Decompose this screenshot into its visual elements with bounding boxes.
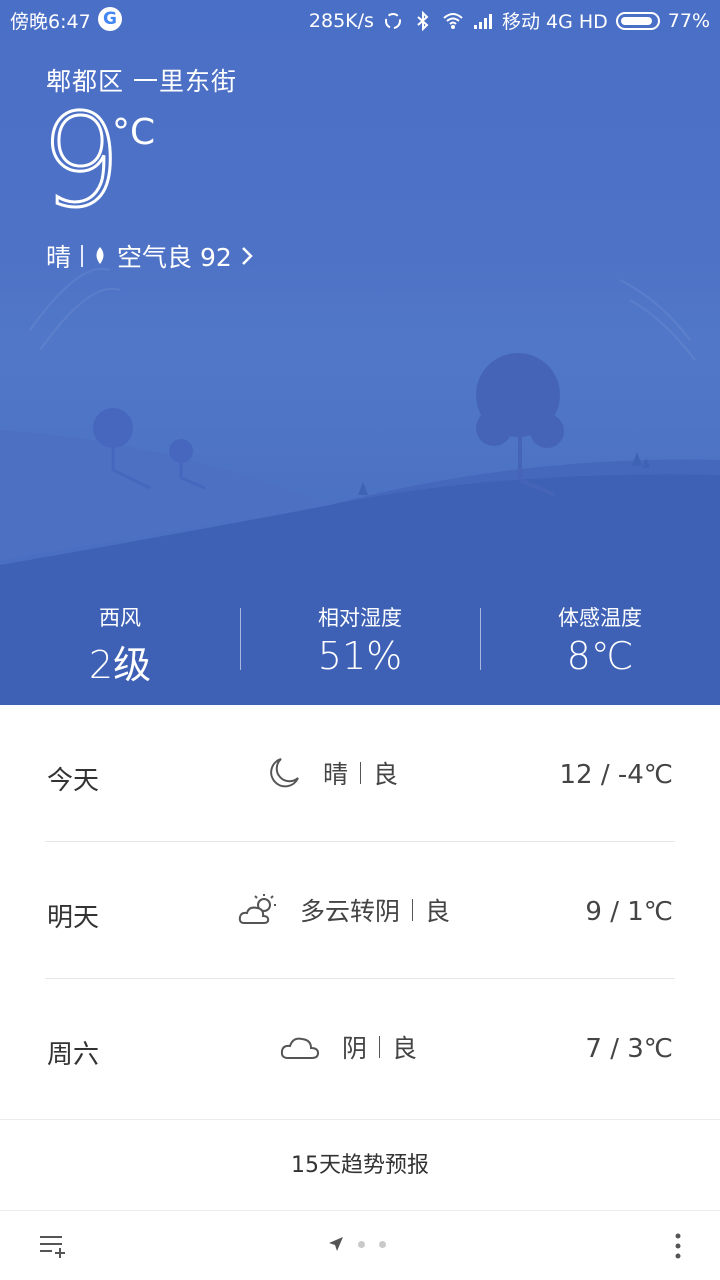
more-options-icon[interactable] xyxy=(670,1230,686,1262)
forecast-day: 今天 xyxy=(47,766,100,796)
battery-percent: 77% xyxy=(667,9,710,32)
stat-feels-like: 体感温度 8℃ xyxy=(480,598,720,678)
location-arrow-icon xyxy=(329,1237,343,1251)
forecast-condition-text: 多云转阴 xyxy=(300,897,401,926)
forecast-temp: 9 / 1℃ xyxy=(585,897,673,927)
stat-label: 相对湿度 xyxy=(318,606,402,630)
wifi-icon xyxy=(443,12,463,29)
city-manage-icon[interactable] xyxy=(38,1232,68,1260)
net-speed: 285K/s xyxy=(308,9,374,32)
forecast-air: 良 xyxy=(392,1034,418,1063)
forecast-condition-text: 阴 xyxy=(342,1034,368,1063)
forecast-row-today[interactable]: 今天 晴 良 12 / -4℃ xyxy=(45,705,675,842)
forecast-list: 今天 晴 良 12 / -4℃ 明天 多云转阴 良 9 / 1℃ 周六 阴 良 … xyxy=(45,705,675,1116)
divider xyxy=(412,899,414,921)
forecast-condition: 多云转阴 良 xyxy=(238,892,450,928)
chevron-right-icon xyxy=(241,247,253,265)
temperature-unit: °C xyxy=(112,112,156,153)
forecast-row-saturday[interactable]: 周六 阴 良 7 / 3℃ xyxy=(45,979,675,1116)
moon-icon xyxy=(270,758,299,788)
trend-forecast-button[interactable]: 15天趋势预报 xyxy=(0,1119,720,1211)
google-icon: G xyxy=(98,7,122,31)
current-stats: 西风 2级 相对湿度 51% 体感温度 8℃ xyxy=(0,598,720,687)
signal-icon xyxy=(473,13,492,29)
divider xyxy=(81,245,84,267)
forecast-condition: 阴 良 xyxy=(280,1029,417,1065)
cloud-icon xyxy=(280,1037,320,1059)
forecast-row-tomorrow[interactable]: 明天 多云转阴 良 9 / 1℃ xyxy=(45,842,675,979)
forecast-temp: 7 / 3℃ xyxy=(585,1034,673,1064)
forecast-day: 明天 xyxy=(47,903,100,933)
forecast-temp: 12 / -4℃ xyxy=(559,760,674,790)
status-right: 285K/s 移动 4G HD 77% xyxy=(309,7,710,34)
stat-label: 体感温度 xyxy=(558,606,642,630)
stat-label: 西风 xyxy=(99,606,141,630)
forecast-air: 良 xyxy=(425,897,451,926)
divider xyxy=(360,762,362,784)
forecast-condition: 晴 良 xyxy=(267,755,398,791)
aqi-text: 空气良 92 xyxy=(117,243,232,272)
status-time: 傍晚6:47 xyxy=(10,11,91,33)
forecast-air: 良 xyxy=(373,760,399,789)
current-condition: 晴 xyxy=(46,243,72,272)
forecast-condition-text: 晴 xyxy=(323,760,349,789)
stat-value: 2级 xyxy=(88,643,152,687)
stat-wind: 西风 2级 xyxy=(0,598,240,687)
carrier-text: 移动 4G HD xyxy=(501,11,608,33)
bottom-bar xyxy=(0,1212,720,1280)
weather-hero: 傍晚6:47 G 285K/s 移动 4G HD 77% 郫都区 一里东街 9 … xyxy=(0,0,720,705)
bluetooth-icon xyxy=(417,10,429,31)
stat-value: 8℃ xyxy=(566,634,634,678)
status-bar: 傍晚6:47 G 285K/s 移动 4G HD 77% xyxy=(0,0,720,38)
partly-cloudy-icon xyxy=(238,894,276,924)
battery-icon xyxy=(615,11,660,30)
leaf-icon xyxy=(96,247,104,264)
divider xyxy=(379,1036,381,1058)
forecast-day: 周六 xyxy=(47,1040,100,1070)
page-dot xyxy=(379,1240,386,1248)
page-dot xyxy=(358,1240,365,1248)
page-indicator xyxy=(328,1236,386,1252)
condition-aqi-line[interactable]: 晴 空气良 92 xyxy=(46,238,254,274)
sync-icon xyxy=(384,12,401,29)
stat-humidity: 相对湿度 51% xyxy=(240,598,480,678)
current-temperature: 9 xyxy=(38,87,122,236)
stat-value: 51% xyxy=(317,634,403,678)
